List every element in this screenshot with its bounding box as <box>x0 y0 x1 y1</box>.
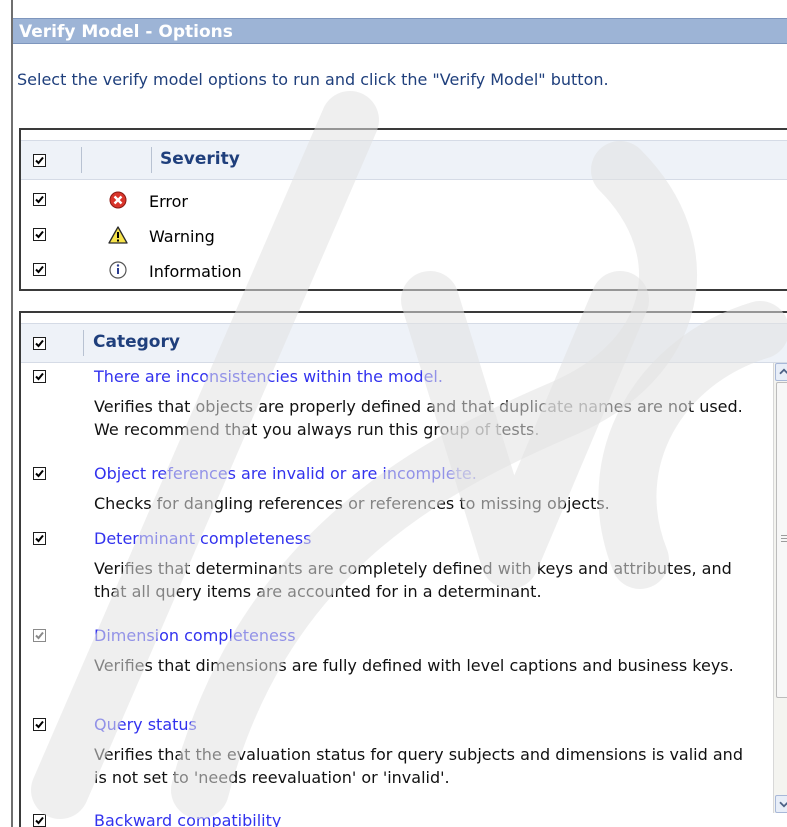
window-title-bar: Verify Model - Options <box>13 18 787 44</box>
severity-row-information[interactable]: Information <box>21 256 787 290</box>
category-checkbox[interactable] <box>33 532 46 545</box>
category-title[interactable]: Determinant completeness <box>94 529 311 548</box>
category-description: Verifies that dimensions are fully defin… <box>94 656 734 675</box>
category-description: Checks for dangling references or refere… <box>94 494 610 513</box>
grip-line <box>781 541 787 542</box>
warning-label: Warning <box>149 227 215 246</box>
category-title[interactable]: Object references are invalid or are inc… <box>94 464 477 483</box>
window-title: Verify Model - Options <box>19 22 233 42</box>
category-title[interactable]: Backward compatibility <box>94 811 281 827</box>
verify-model-options-window: Verify Model - Options Select the verify… <box>11 0 787 827</box>
category-checkbox[interactable] <box>33 814 46 827</box>
grip-line <box>781 535 787 536</box>
category-title[interactable]: There are inconsistencies within the mod… <box>94 367 443 386</box>
category-checkbox[interactable] <box>33 467 46 480</box>
severity-header: Severity <box>21 140 787 180</box>
chevron-up-icon <box>779 368 787 375</box>
error-label: Error <box>149 192 188 211</box>
information-icon <box>109 261 127 279</box>
severity-header-label: Severity <box>160 149 240 169</box>
category-select-all-checkbox[interactable] <box>33 337 46 350</box>
information-label: Information <box>149 262 242 281</box>
category-scrollbar[interactable] <box>773 363 787 813</box>
category-description: Verifies that determinants are completel… <box>94 559 732 601</box>
scroll-thumb[interactable] <box>776 382 787 698</box>
category-list: There are inconsistencies within the mod… <box>21 365 761 827</box>
header-divider <box>83 330 84 356</box>
category-description: Verifies that the evaluation status for … <box>94 745 743 787</box>
category-title[interactable]: Query status <box>94 715 197 734</box>
category-header: Category <box>21 323 787 363</box>
category-checkbox[interactable] <box>33 718 46 731</box>
chevron-down-icon <box>779 801 787 808</box>
header-divider <box>81 147 82 173</box>
scroll-down-button[interactable] <box>775 795 787 813</box>
severity-panel: Severity Error Warning Information <box>19 128 787 291</box>
category-panel: Category There are inconsistencies withi… <box>19 311 787 827</box>
warning-checkbox[interactable] <box>33 228 46 241</box>
severity-row-error[interactable]: Error <box>21 186 787 220</box>
warning-icon <box>108 226 128 244</box>
severity-row-warning[interactable]: Warning <box>21 221 787 255</box>
error-checkbox[interactable] <box>33 193 46 206</box>
category-header-label: Category <box>93 332 180 352</box>
category-checkbox[interactable] <box>33 370 46 383</box>
scroll-up-button[interactable] <box>775 363 787 381</box>
category-description: Verifies that objects are properly defin… <box>94 397 743 439</box>
category-title[interactable]: Dimension completeness <box>94 626 296 645</box>
severity-select-all-checkbox[interactable] <box>33 154 46 167</box>
instructions-text: Select the verify model options to run a… <box>17 70 609 89</box>
category-checkbox[interactable] <box>33 629 46 642</box>
grip-line <box>781 538 787 539</box>
information-checkbox[interactable] <box>33 263 46 276</box>
error-icon <box>109 191 127 209</box>
header-divider <box>151 147 152 173</box>
